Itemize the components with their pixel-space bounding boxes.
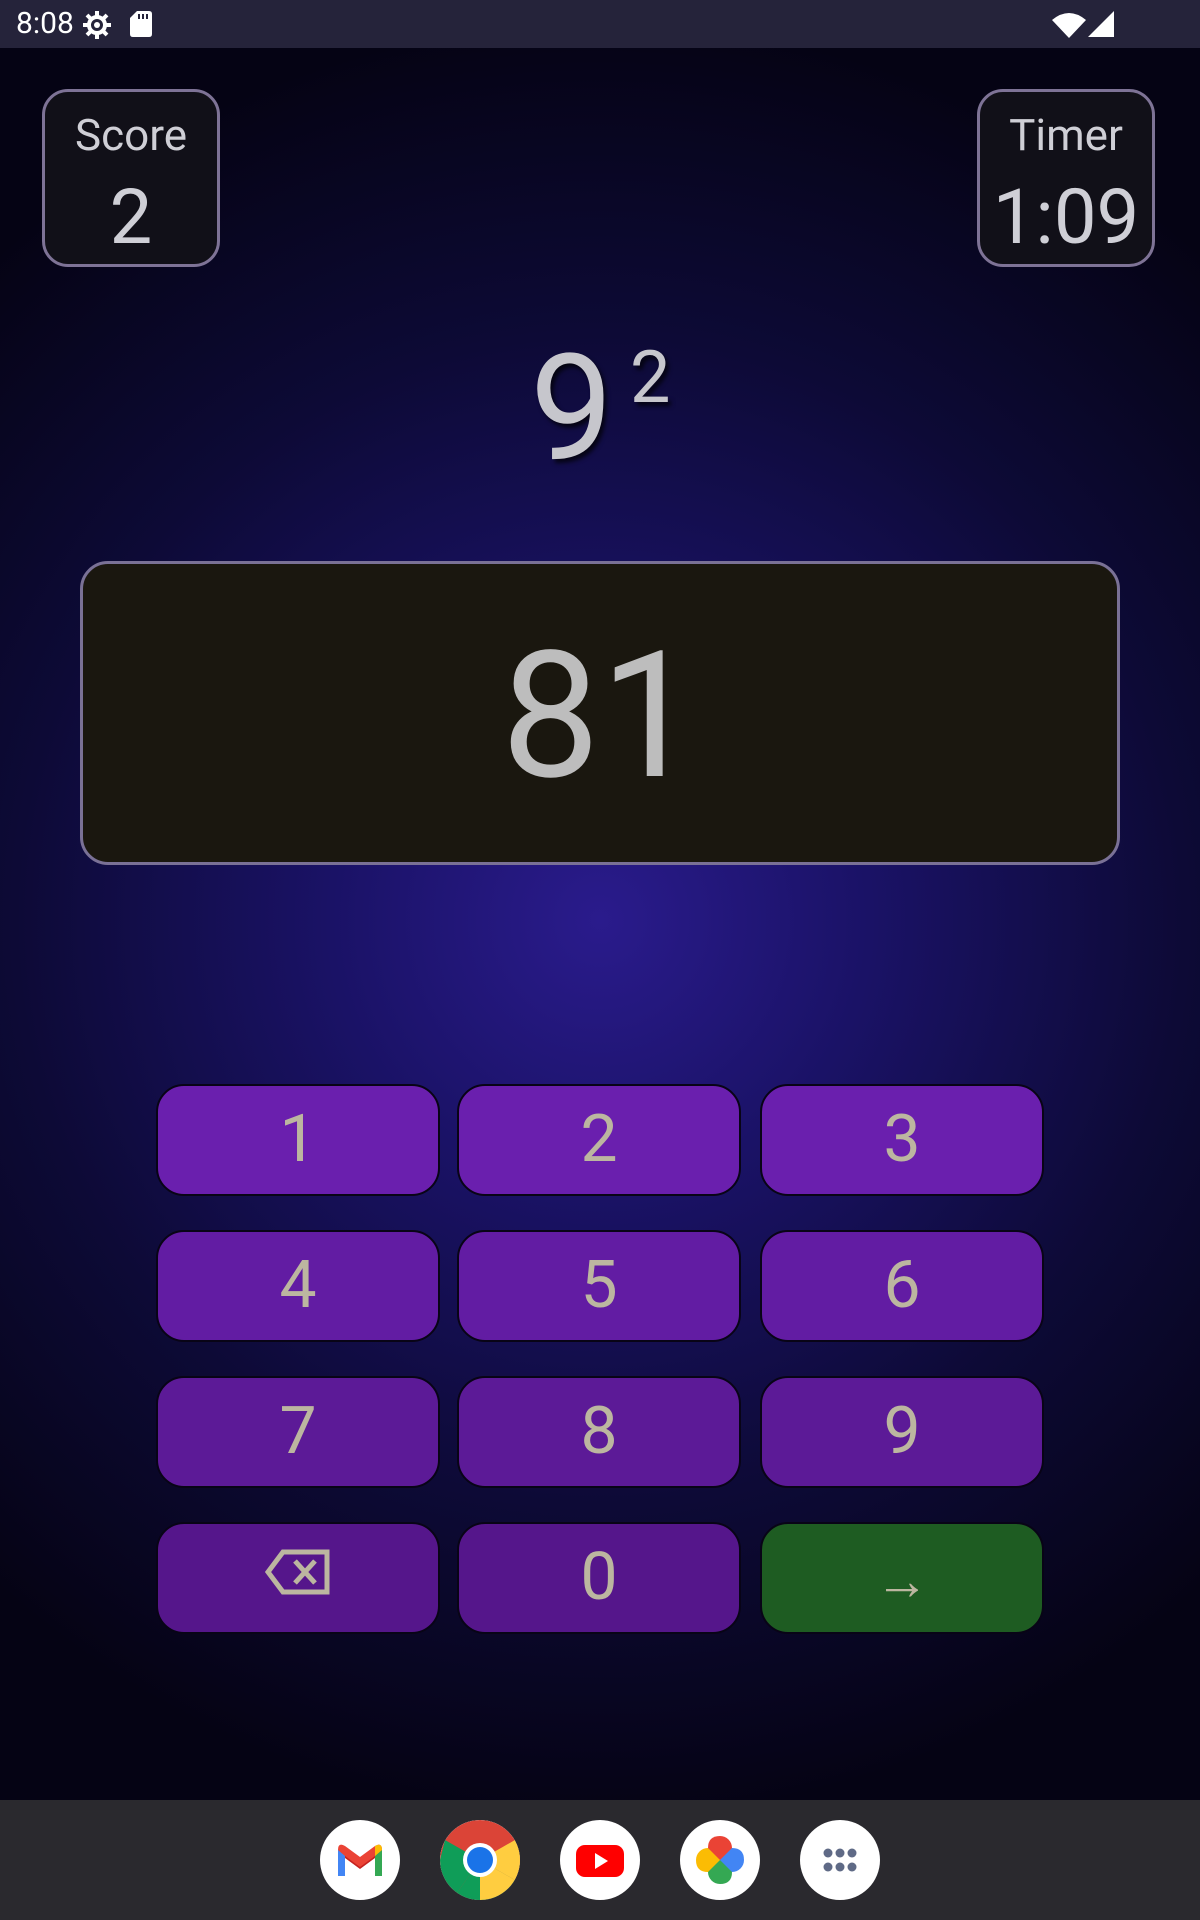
timer-box: Timer 1:09 [977,89,1155,267]
question-exponent: 2 [630,335,671,420]
question: 9 2 [400,330,800,490]
sd-card-icon [130,11,152,41]
wifi-icon [1052,12,1086,42]
timer-value: 1:09 [992,172,1140,262]
enter-button[interactable]: → [760,1522,1044,1634]
settings-gear-icon [82,10,112,44]
timer-label: Timer [1009,109,1123,161]
score-box: Score 2 [42,89,220,267]
score-value: 2 [109,172,153,262]
answer-display: 81 [80,561,1120,865]
key-7[interactable]: 7 [156,1376,440,1488]
key-4[interactable]: 4 [156,1230,440,1342]
key-5[interactable]: 5 [457,1230,741,1342]
key-3[interactable]: 3 [760,1084,1044,1196]
app-drawer-icon[interactable] [800,1820,880,1900]
score-label: Score [74,109,188,161]
gmail-icon[interactable] [320,1820,400,1900]
key-0[interactable]: 0 [457,1522,741,1634]
chrome-icon[interactable] [440,1820,520,1900]
status-bar: 8:08 [0,0,1200,48]
photos-icon[interactable] [680,1820,760,1900]
key-9[interactable]: 9 [760,1376,1044,1488]
status-time: 8:08 [16,6,74,41]
youtube-icon[interactable] [560,1820,640,1900]
arrow-right-icon: → [875,1550,929,1613]
backspace-icon [158,1548,438,1596]
answer-value: 81 [501,613,699,819]
backspace-button[interactable] [156,1522,440,1634]
key-1[interactable]: 1 [156,1084,440,1196]
cell-signal-icon [1088,11,1114,41]
key-8[interactable]: 8 [457,1376,741,1488]
key-2[interactable]: 2 [457,1084,741,1196]
question-base: 9 [530,323,614,496]
key-6[interactable]: 6 [760,1230,1044,1342]
